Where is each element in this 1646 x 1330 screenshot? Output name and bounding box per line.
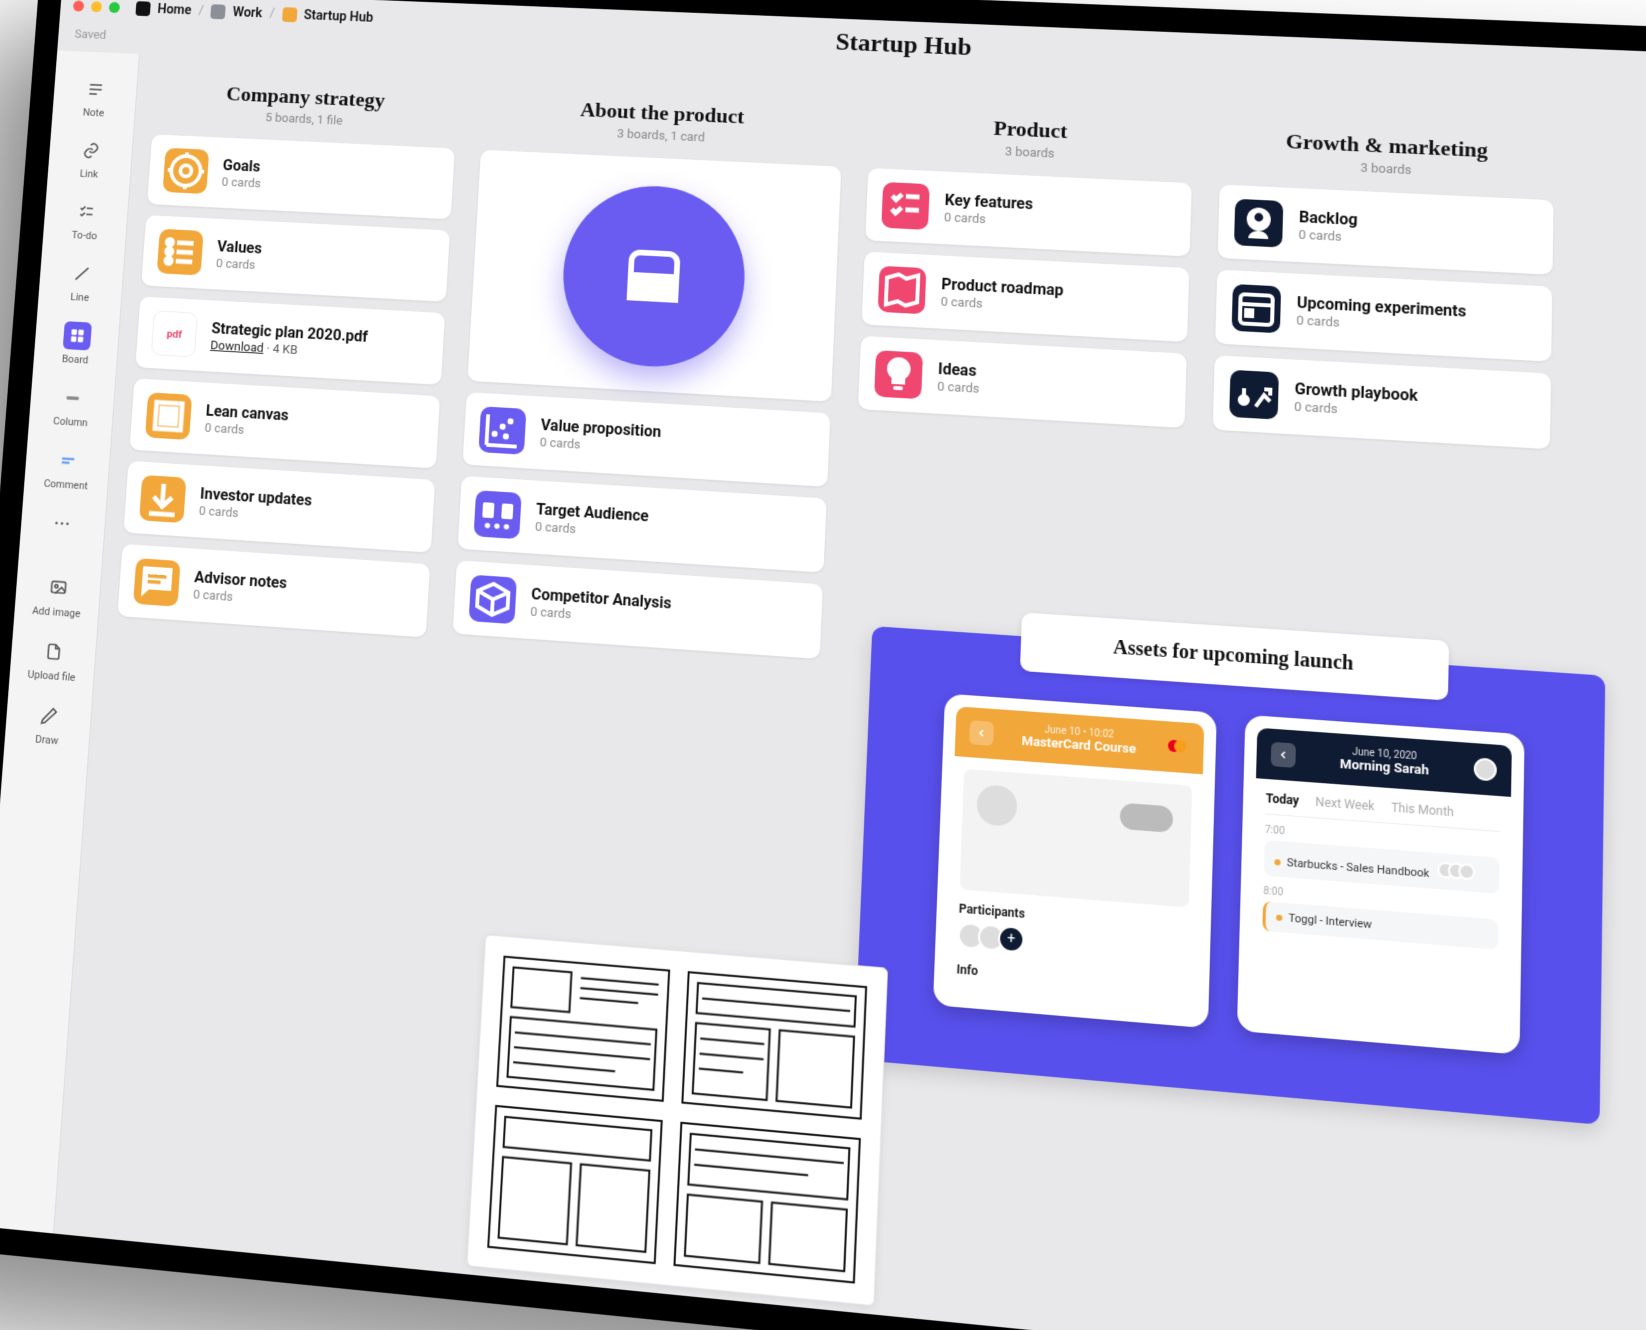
mockup-image [960, 769, 1193, 908]
target-icon [163, 148, 210, 194]
mockup-phone-b: June 10, 2020Morning Sarah Today Next We… [1237, 715, 1525, 1055]
board-card-lean-canvas[interactable]: Lean canvas0 cards [129, 378, 440, 468]
board-card-target-audience[interactable]: Target Audience0 cards [458, 476, 827, 573]
board-canvas[interactable]: Company strategy5 boards, 1 file Goals0 … [54, 54, 1646, 1330]
assets-panel[interactable]: Assets for upcoming launch June 10 • 10:… [854, 626, 1605, 1125]
home-icon [135, 1, 150, 16]
avatar [1474, 757, 1497, 781]
board-card-upcoming-experiments[interactable]: Upcoming experiments0 cards [1215, 270, 1552, 362]
column-company-strategy: Company strategy5 boards, 1 file Goals0 … [117, 79, 458, 638]
board-card-ideas[interactable]: Ideas0 cards [858, 336, 1187, 428]
file-card-strategic-plan[interactable]: pdfStrategic plan 2020.pdfDownload · 4 K… [135, 296, 445, 384]
board-card-product-roadmap[interactable]: Product roadmap0 cards [862, 252, 1190, 342]
wireframe-sketch[interactable] [466, 934, 888, 1306]
column-growth-marketing: Growth & marketing3 boards Backlog0 card… [1205, 126, 1554, 716]
board-card-key-features[interactable]: Key features0 cards [865, 168, 1192, 257]
add-participant-button[interactable]: + [998, 925, 1025, 954]
tool-more[interactable]: ••• [28, 500, 97, 548]
map-icon [878, 266, 927, 314]
mockup-phone-a: June 10 • 10:02MasterCard Course Partici… [933, 694, 1217, 1029]
tool-comment[interactable]: Comment [32, 437, 102, 500]
breadcrumb[interactable]: Home / Work / Startup Hub [135, 1, 373, 25]
tool-upload-file[interactable]: Upload file [17, 627, 88, 692]
close-window-icon[interactable] [73, 0, 85, 11]
pdf-icon: pdf [151, 310, 198, 357]
tool-draw[interactable]: Draw [13, 691, 84, 756]
more-icon: ••• [48, 509, 77, 539]
breadcrumb-current[interactable]: Startup Hub [303, 8, 373, 25]
scatter-icon [478, 406, 526, 454]
tab-today[interactable]: Today [1266, 791, 1300, 808]
schedule-tabs[interactable]: Today Next Week This Month [1265, 791, 1500, 832]
folder-icon [282, 7, 298, 22]
square-icon [145, 392, 192, 440]
tool-link[interactable]: Link [56, 128, 125, 189]
tool-add-image[interactable]: Add image [22, 564, 92, 628]
hero-card[interactable] [467, 150, 841, 402]
board-card-growth-playbook[interactable]: Growth playbook0 cards [1213, 355, 1551, 449]
tool-note[interactable]: Note [60, 67, 129, 127]
window-controls[interactable] [73, 0, 120, 13]
mastercard-icon [1165, 737, 1190, 758]
download-link[interactable]: Download [210, 339, 264, 356]
column-product: Product3 boards Key features0 cards Prod… [847, 110, 1194, 689]
chat-icon [133, 558, 181, 607]
board-card-backlog[interactable]: Backlog0 cards [1218, 185, 1554, 275]
tool-column[interactable]: Column [37, 375, 107, 438]
tab-next-week[interactable]: Next Week [1315, 795, 1374, 814]
info-label: Info [956, 962, 1186, 995]
minimize-window-icon[interactable] [91, 1, 103, 12]
head-icon [1234, 199, 1283, 248]
tab-this-month[interactable]: This Month [1391, 800, 1454, 819]
board-card-goals[interactable]: Goals0 cards [147, 134, 455, 219]
folder-icon [211, 4, 226, 19]
board-card-investor-updates[interactable]: Investor updates0 cards [123, 461, 435, 553]
download-icon [139, 475, 186, 523]
tool-todo[interactable]: To-do [51, 189, 120, 250]
board-hero-icon [559, 182, 749, 371]
maximize-window-icon[interactable] [109, 2, 121, 13]
tool-board[interactable]: Board [41, 313, 111, 375]
back-icon[interactable] [1271, 742, 1296, 768]
growth-icon [1229, 370, 1279, 420]
people-icon [474, 490, 522, 539]
breadcrumb-work[interactable]: Work [232, 5, 262, 21]
back-icon[interactable] [969, 720, 994, 746]
board-card-advisor-notes[interactable]: Advisor notes0 cards [117, 544, 430, 638]
calendar-icon [1232, 284, 1282, 333]
board-card-values[interactable]: Values0 cards [141, 215, 450, 302]
tool-line[interactable]: Line [46, 251, 115, 313]
breadcrumb-home[interactable]: Home [157, 2, 192, 18]
column-about-product: About the product3 boards, 1 card Value … [452, 93, 844, 665]
box-icon [469, 575, 517, 624]
checklist-icon [881, 182, 929, 230]
board-card-value-proposition[interactable]: Value proposition0 cards [463, 392, 831, 487]
board-card-competitor-analysis[interactable]: Competitor Analysis0 cards [453, 560, 823, 659]
bulb-icon [874, 350, 923, 399]
list-icon [157, 229, 204, 276]
